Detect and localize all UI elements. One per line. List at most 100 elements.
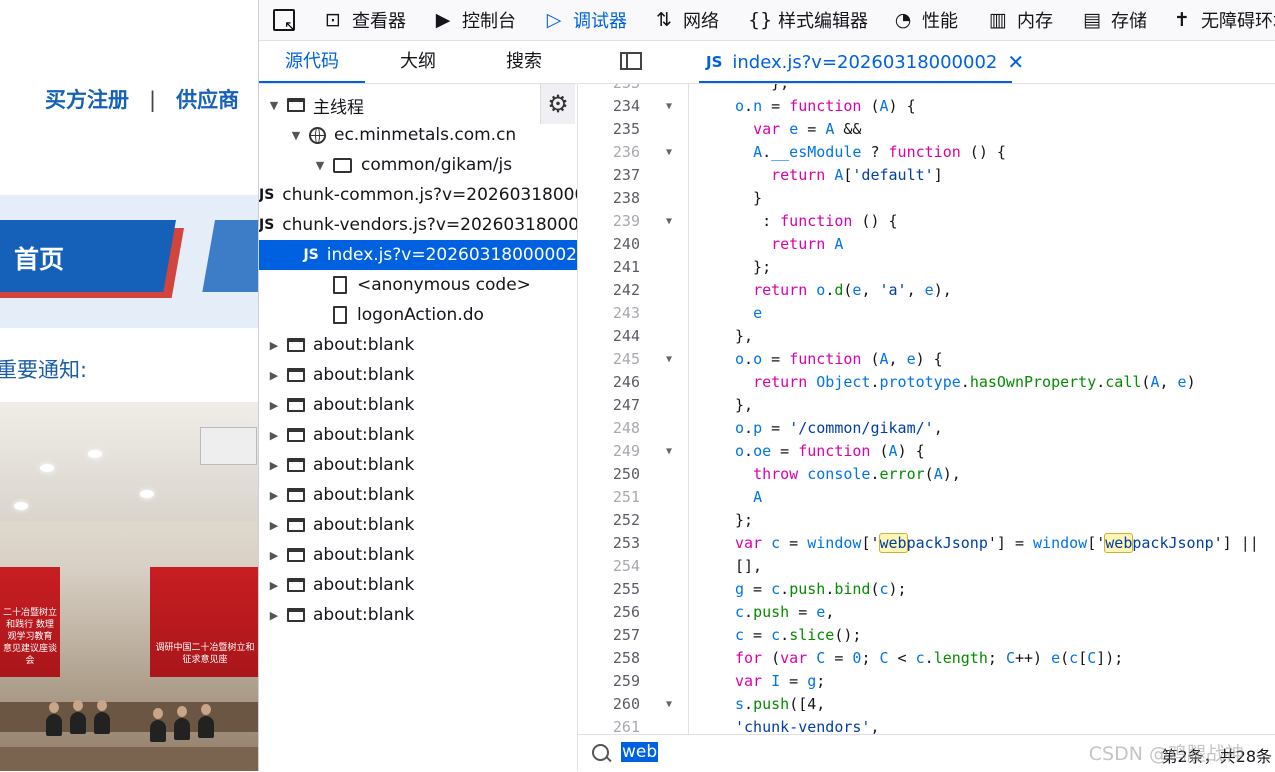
code-text: }; [735,256,771,279]
code-token: ; [816,672,826,690]
code-token: A [825,120,835,138]
news-photo[interactable]: 二十冶暨树立和践行 数理观学习教育 意见建议座谈会 调研中国二十冶暨树立和 征求… [0,402,258,771]
tree-node-frame[interactable]: ▶ about:blank [259,600,577,630]
tree-node-js[interactable]: JS index.js?v=20260318000002 [259,240,577,270]
tree-node-frame[interactable]: ▶ about:blank [259,450,577,480]
tree-node-domain[interactable]: ▼ ec.minmetals.com.cn [259,120,577,150]
code-token: oe [753,442,772,460]
tree-node-file[interactable]: logonAction.do [259,300,577,330]
tool-performance[interactable]: ◔ 性能 [892,0,958,40]
line-number[interactable]: 233 [578,84,640,95]
tree-node-js[interactable]: JS chunk-vendors.js?v=20260318000002 [259,210,577,240]
tree-node-thread[interactable]: ▼ 主线程 [259,90,577,120]
line-number[interactable]: 236 [578,141,640,164]
line-number[interactable]: 258 [578,647,640,670]
line-number[interactable]: 239 [578,210,640,233]
collapse-arrow-icon[interactable]: ▶ [267,399,281,412]
code-token: . [924,649,934,667]
fold-toggle-icon[interactable]: ▼ [666,210,672,233]
line-number[interactable]: 237 [578,164,640,187]
line-number[interactable]: 247 [578,394,640,417]
expand-arrow-icon[interactable]: ▼ [313,159,327,172]
style-editor-icon: {} [748,9,773,31]
nav-home-label[interactable]: 首页 [14,240,64,276]
tree-node-frame[interactable]: ▶ about:blank [259,390,577,420]
tree-node-frame[interactable]: ▶ about:blank [259,570,577,600]
tab-outline[interactable]: 大纲 [365,41,471,83]
tool-terminal[interactable]: ▶ 控制台 [432,0,516,40]
supplier-link[interactable]: 供应商 [176,88,239,112]
tree-node-frame[interactable]: ▶ about:blank [259,480,577,510]
line-number[interactable]: 235 [578,118,640,141]
code-text: o.n = function (A) { [735,95,916,118]
line-number[interactable]: 242 [578,279,640,302]
code-editor[interactable]: 233 },234▼o.n = function (A) {235 var e … [578,84,1275,734]
line-number[interactable]: 253 [578,532,640,555]
photo-screen-text-left: 二十冶暨树立和践行 数理观学习教育 意见建议座谈会 [2,608,57,666]
fold-toggle-icon[interactable]: ▼ [666,440,672,463]
line-number[interactable]: 238 [578,187,640,210]
code-line: 239 ▼ : function () { [578,210,1275,233]
tree-node-frame[interactable]: ▶ about:blank [259,540,577,570]
line-number[interactable]: 260 [578,693,640,716]
tree-node-js[interactable]: JS chunk-common.js?v=20260318000002 [259,180,577,210]
code-token: 'chunk-vendors' [735,718,871,734]
collapse-arrow-icon[interactable]: ▶ [267,459,281,472]
expand-arrow-icon[interactable]: ▼ [289,129,303,142]
tree-node-frame[interactable]: ▶ about:blank [259,360,577,390]
tree-node-frame[interactable]: ▶ about:blank [259,420,577,450]
tab-sources[interactable]: 源代码 [259,41,365,83]
collapse-arrow-icon[interactable]: ▶ [267,429,281,442]
line-number[interactable]: 248 [578,417,640,440]
line-number[interactable]: 252 [578,509,640,532]
toggle-sidebar-icon[interactable] [620,52,642,70]
line-number[interactable]: 250 [578,463,640,486]
collapse-arrow-icon[interactable]: ▶ [267,609,281,622]
tool-console[interactable]: ⊡ 查看器 [322,0,406,40]
tool-accessibility[interactable]: ✝ 无障碍环境 [1171,0,1275,40]
collapse-arrow-icon[interactable]: ▶ [267,519,281,532]
line-number[interactable]: 246 [578,371,640,394]
collapse-arrow-icon[interactable]: ▶ [267,489,281,502]
line-number[interactable]: 261 [578,716,640,734]
fold-toggle-icon[interactable]: ▼ [666,95,672,118]
tree-node-folder[interactable]: ▼ common/gikam/js [259,150,577,180]
line-number[interactable]: 241 [578,256,640,279]
line-number[interactable]: 245 [578,348,640,371]
expand-arrow-icon[interactable]: ▼ [267,99,281,112]
line-number[interactable]: 259 [578,670,640,693]
buyer-register-link[interactable]: 买方注册 [45,88,129,112]
line-number[interactable]: 255 [578,578,640,601]
line-number[interactable]: 257 [578,624,640,647]
line-number[interactable]: 243 [578,302,640,325]
element-picker-button[interactable]: ↖ [269,6,299,34]
tool-network[interactable]: ⇅ 网络 [653,0,719,40]
collapse-arrow-icon[interactable]: ▶ [267,339,281,352]
line-number[interactable]: 249 [578,440,640,463]
fold-toggle-icon[interactable]: ▼ [666,348,672,371]
line-number[interactable]: 234 [578,95,640,118]
collapse-arrow-icon[interactable]: ▶ [267,549,281,562]
tool-storage[interactable]: ▤ 存储 [1081,0,1147,40]
code-token: s [735,695,745,713]
collapse-arrow-icon[interactable]: ▶ [267,369,281,382]
tool-debugger[interactable]: ▷ 调试器 [543,0,627,40]
search-input[interactable]: web [621,742,659,762]
fold-toggle-icon[interactable]: ▼ [666,141,672,164]
fold-toggle-icon[interactable]: ▼ [666,693,672,716]
tool-memory[interactable]: ▥ 内存 [987,0,1053,40]
code-line: 246 return Object.prototype.hasOwnProper… [578,371,1275,394]
tool-style-editor[interactable]: {} 样式编辑器 [748,0,868,40]
line-number[interactable]: 240 [578,233,640,256]
line-number[interactable]: 251 [578,486,640,509]
tree-node-frame[interactable]: ▶ about:blank [259,510,577,540]
line-number[interactable]: 256 [578,601,640,624]
close-icon[interactable]: ✕ [1007,50,1024,74]
tab-search[interactable]: 搜索 [471,41,577,83]
line-number[interactable]: 254 [578,555,640,578]
collapse-arrow-icon[interactable]: ▶ [267,579,281,592]
tree-node-file[interactable]: <anonymous code> [259,270,577,300]
line-number[interactable]: 244 [578,325,640,348]
editor-tab-index-js[interactable]: JS index.js?v=20260318000002 ✕ [706,41,1024,83]
tree-node-frame[interactable]: ▶ about:blank [259,330,577,360]
